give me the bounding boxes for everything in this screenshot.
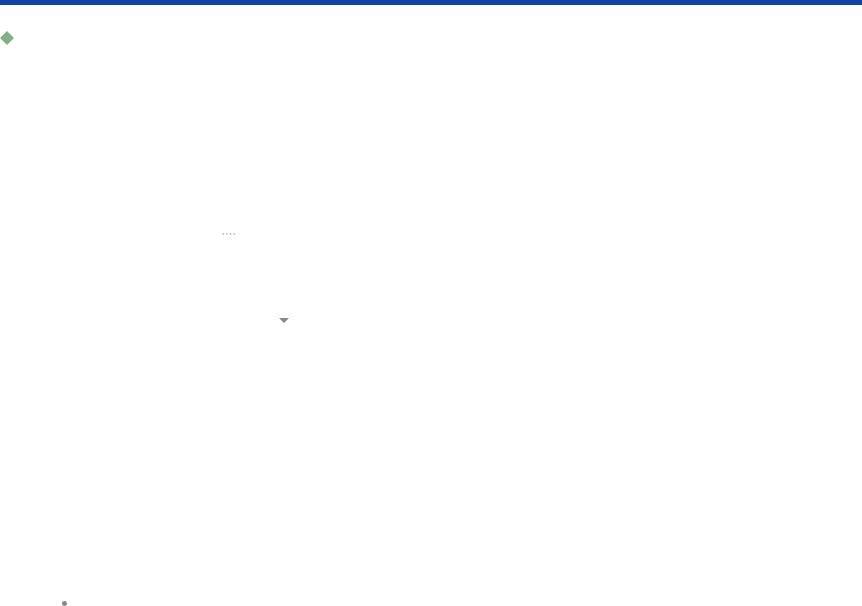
ellipsis-icon: ···· (222, 231, 237, 240)
logo-icon (0, 30, 14, 44)
bullet-icon (62, 601, 67, 606)
header-bar (0, 0, 862, 5)
chevron-down-icon[interactable] (279, 318, 289, 323)
